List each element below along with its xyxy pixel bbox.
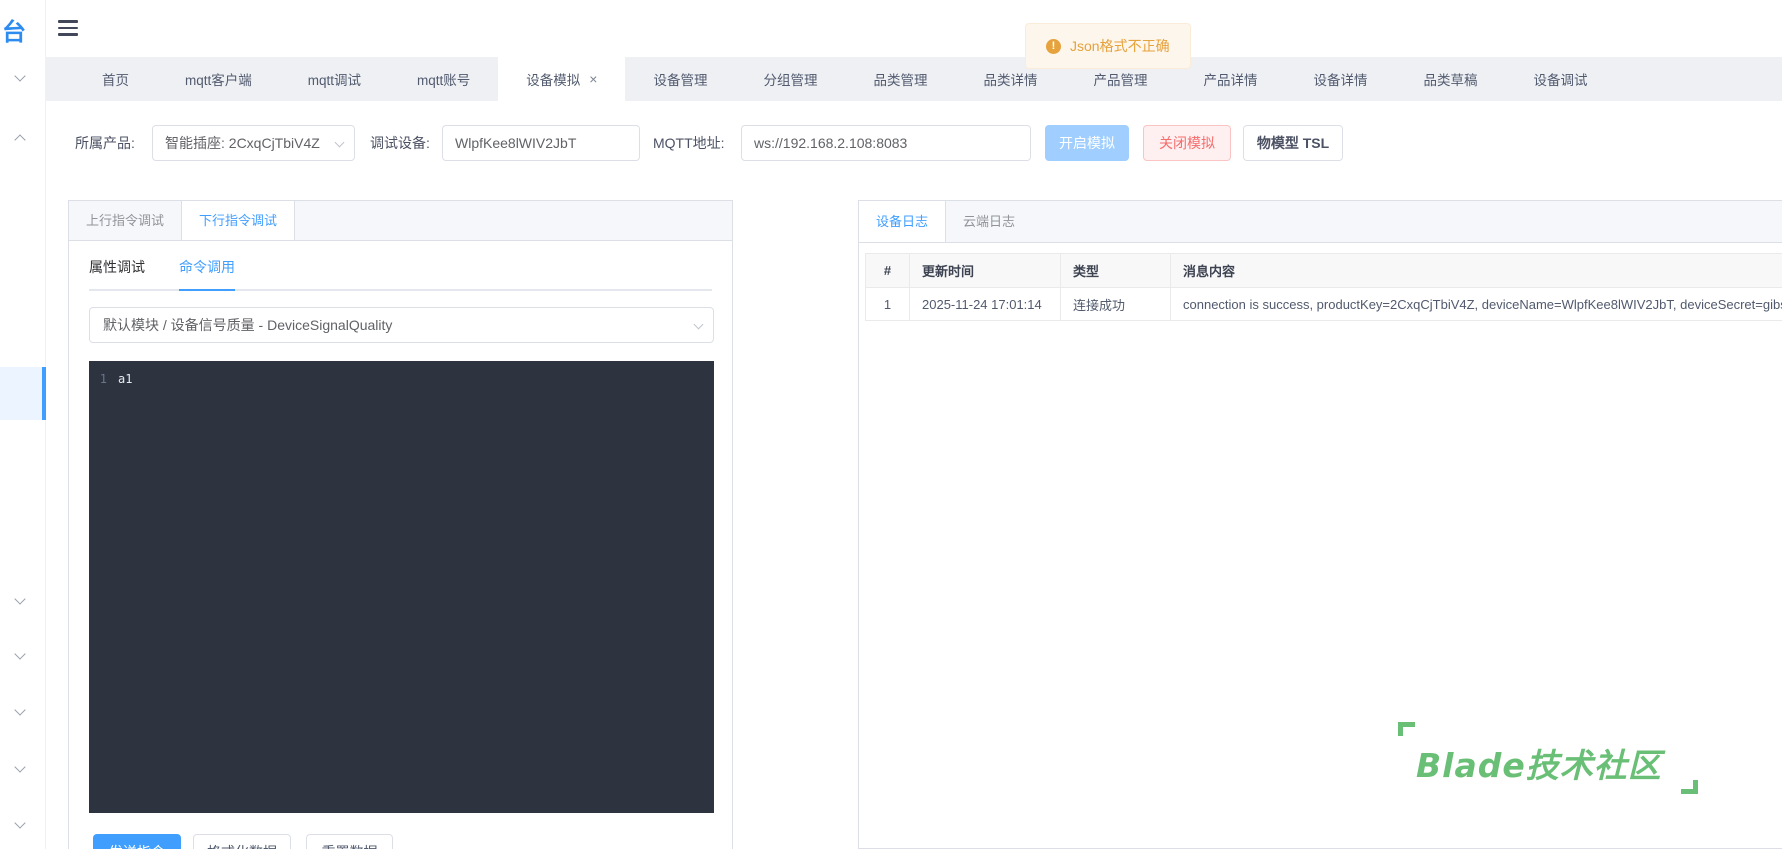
reset-data-button[interactable]: 重置数据 [306, 834, 393, 849]
active-indicator-bar [42, 367, 46, 420]
watermark-text: Blade技术社区 [1416, 746, 1662, 785]
nav-tab-bar: 首页 mqtt客户端 mqtt调试 mqtt账号 设备模拟 × 设备管理 分组管… [46, 57, 1782, 101]
mqtt-address-input[interactable] [741, 125, 1031, 161]
tab-downstream-debug[interactable]: 下行指令调试 [181, 201, 296, 240]
tab-upstream-debug[interactable]: 上行指令调试 [69, 201, 181, 240]
tab-label: 设备模拟 [526, 73, 581, 88]
subtab-command-call[interactable]: 命令调用 [179, 257, 235, 291]
bracket-bottom-right-icon [1681, 780, 1698, 794]
cell-message: connection is success, productKey=2CxqCj… [1170, 287, 1782, 321]
chevron-down-icon[interactable] [14, 593, 26, 605]
col-message: 消息内容 [1170, 253, 1782, 288]
tab-device-sim[interactable]: 设备模拟 × [498, 57, 626, 101]
debug-sub-tabs: 属性调试 命令调用 [89, 257, 712, 291]
tab-cloud-log[interactable]: 云端日志 [946, 201, 1032, 242]
tab-device-detail[interactable]: 设备详情 [1285, 57, 1395, 101]
tab-device-log[interactable]: 设备日志 [859, 201, 947, 242]
send-command-button[interactable]: 发送指令 [93, 834, 181, 849]
table-row: 1 2025-11-24 17:01:14 连接成功 connection is… [865, 287, 1782, 321]
chevron-up-icon[interactable] [14, 134, 26, 146]
stop-simulation-button[interactable]: 关闭模拟 [1143, 125, 1231, 161]
debug-card-tabs: 上行指令调试 下行指令调试 [69, 201, 732, 241]
command-select-value: 默认模块 / 设备信号质量 - DeviceSignalQuality [103, 317, 393, 333]
tab-group-mgmt[interactable]: 分组管理 [735, 57, 845, 101]
close-icon[interactable]: × [589, 72, 597, 86]
tab-category-draft[interactable]: 品类草稿 [1395, 57, 1505, 101]
cell-index: 1 [865, 287, 910, 321]
tab-mqtt-debug[interactable]: mqtt调试 [280, 57, 389, 101]
cell-time: 2025-11-24 17:01:14 [909, 287, 1061, 321]
product-select-value: 智能插座: 2CxqCjTbiV4Z [165, 135, 320, 151]
device-label: 调试设备: [370, 135, 430, 151]
page-root: 台 ! Json格式不正确 首页 mqtt客户端 mqtt调试 mqtt账号 设… [0, 0, 1782, 849]
col-update-time: 更新时间 [909, 253, 1061, 288]
tab-category-mgmt[interactable]: 品类管理 [845, 57, 955, 101]
cell-type: 连接成功 [1060, 287, 1171, 321]
log-card-tabs: 设备日志 云端日志 [859, 201, 1782, 243]
sidebar: 台 [0, 0, 46, 849]
command-select[interactable]: 默认模块 / 设备信号质量 - DeviceSignalQuality [89, 307, 714, 343]
subtab-property-debug[interactable]: 属性调试 [89, 257, 145, 291]
chevron-down-icon[interactable] [14, 70, 26, 82]
toast-message: Json格式不正确 [1070, 38, 1170, 54]
chevron-down-icon[interactable] [14, 761, 26, 773]
tab-mqtt-account[interactable]: mqtt账号 [389, 57, 498, 101]
line-number: 1 [99, 372, 107, 386]
editor-line: 1 a1 [89, 370, 714, 388]
warning-icon: ! [1046, 38, 1061, 54]
hamburger-menu-icon[interactable] [58, 20, 78, 36]
format-data-button[interactable]: 格式化数据 [193, 834, 291, 849]
product-label: 所属产品: [75, 135, 135, 151]
col-index: # [865, 253, 910, 288]
command-debug-panel: 上行指令调试 下行指令调试 属性调试 命令调用 默认模块 / 设备信号质量 - … [68, 200, 733, 849]
start-simulation-button[interactable]: 开启模拟 [1045, 125, 1129, 161]
sidebar-item-active[interactable] [0, 367, 46, 420]
chevron-down-icon [334, 137, 345, 148]
code-text: a1 [118, 372, 133, 386]
tab-mqtt-client[interactable]: mqtt客户端 [157, 57, 280, 101]
chevron-down-icon[interactable] [14, 648, 26, 660]
top-bar [46, 0, 1782, 57]
tab-product-detail[interactable]: 产品详情 [1175, 57, 1285, 101]
col-type: 类型 [1060, 253, 1171, 288]
warning-toast: ! Json格式不正确 [1025, 23, 1191, 69]
tab-device-debug[interactable]: 设备调试 [1505, 57, 1615, 101]
tsl-model-button[interactable]: 物模型 TSL [1243, 125, 1343, 161]
chevron-down-icon[interactable] [14, 817, 26, 829]
log-table: # 更新时间 类型 消息内容 1 2025-11-24 17:01:14 连接成… [865, 253, 1782, 321]
chevron-down-icon[interactable] [14, 704, 26, 716]
bracket-top-left-icon [1398, 722, 1415, 736]
app-logo: 台 [2, 19, 26, 46]
watermark: Blade技术社区 [1398, 722, 1698, 794]
chevron-down-icon [693, 319, 704, 330]
tab-home[interactable]: 首页 [74, 57, 157, 101]
log-table-wrapper: # 更新时间 类型 消息内容 1 2025-11-24 17:01:14 连接成… [865, 253, 1782, 321]
mqtt-label: MQTT地址: [653, 135, 725, 151]
code-editor[interactable]: 1 a1 [89, 361, 714, 813]
tab-device-mgmt[interactable]: 设备管理 [625, 57, 735, 101]
device-input[interactable] [442, 125, 640, 161]
product-select[interactable]: 智能插座: 2CxqCjTbiV4Z [152, 125, 355, 161]
table-header-row: # 更新时间 类型 消息内容 [865, 253, 1782, 288]
